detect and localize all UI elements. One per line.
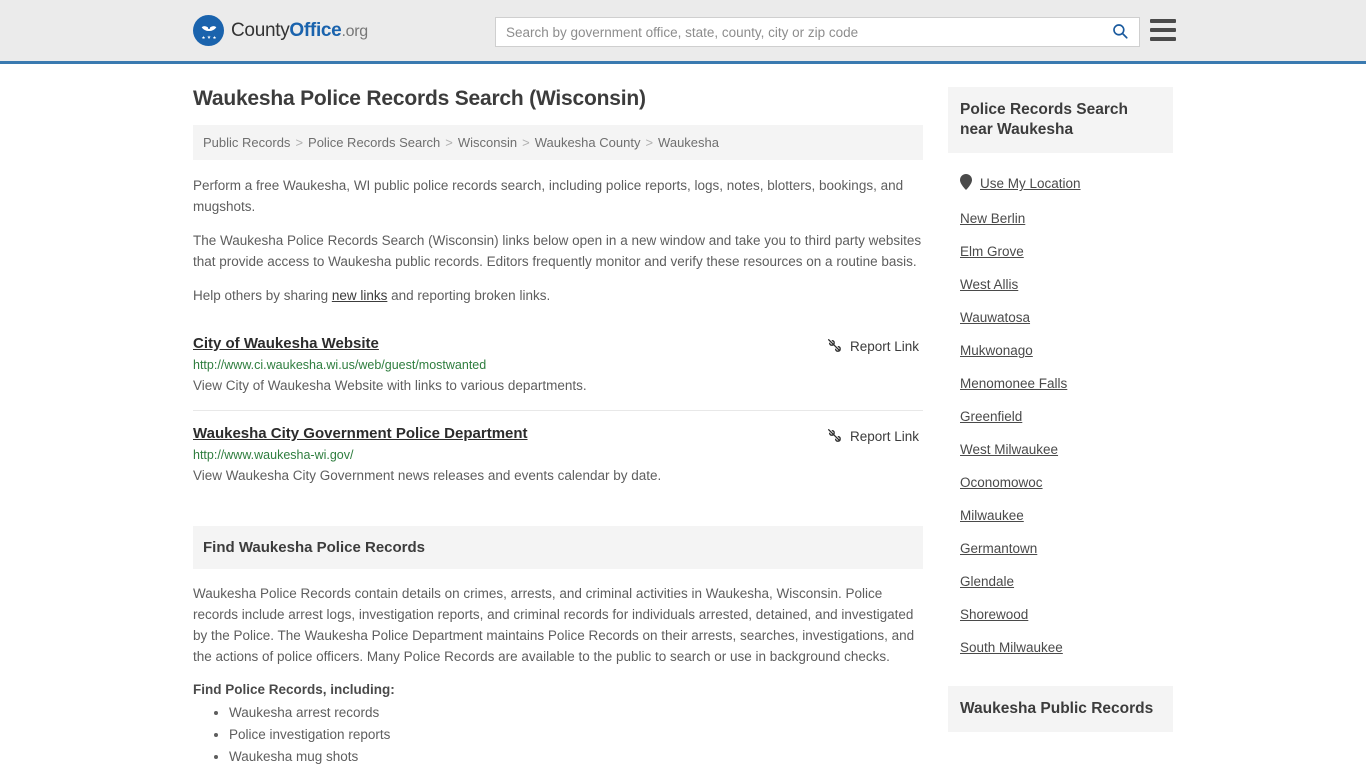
breadcrumb-separator: > — [445, 135, 453, 150]
map-pin-icon — [960, 174, 972, 193]
sidebar-link[interactable]: Milwaukee — [960, 508, 1024, 523]
help-paragraph: Help others by sharing new links and rep… — [193, 286, 923, 307]
list-item: Waukesha mug shots — [229, 747, 923, 767]
breadcrumb: Public Records > Police Records Search > Wis… — [193, 125, 923, 160]
resource-title-link[interactable]: Waukesha City Government Police Departme… — [193, 425, 528, 442]
search-bar[interactable] — [495, 17, 1140, 47]
search-icon — [1111, 22, 1129, 43]
sidebar-item-west-allis[interactable]: West Allis — [960, 268, 1161, 301]
list-item: Police investigation reports — [229, 725, 923, 745]
sidebar-item-use-my-location[interactable]: Use My Location — [960, 165, 1161, 202]
logo-text-county: County — [231, 19, 290, 41]
resource-link-list: City of Waukesha Website http://www.ci.w… — [193, 325, 923, 501]
report-link-button[interactable]: Report Link — [826, 427, 919, 446]
hamburger-bar — [1150, 19, 1176, 23]
sidebar-link[interactable]: Mukwonago — [960, 343, 1033, 358]
intro-paragraph-2: The Waukesha Police Records Search (Wisc… — [193, 232, 922, 269]
broken-link-icon — [826, 337, 842, 356]
main-column: Waukesha Police Records Search (Wisconsi… — [193, 87, 923, 768]
sidebar-link[interactable]: Wauwatosa — [960, 310, 1030, 325]
sidebar-item-milwaukee[interactable]: Milwaukee — [960, 499, 1161, 532]
intro-paragraph-1: Perform a free Waukesha, WI public polic… — [193, 178, 904, 214]
site-header: CountyOffice.org — [0, 0, 1366, 64]
breadcrumb-item-public-records[interactable]: Public Records — [203, 135, 290, 150]
sidebar-item-wauwatosa[interactable]: Wauwatosa — [960, 301, 1161, 334]
sidebar-link[interactable]: West Allis — [960, 277, 1018, 292]
new-links-link[interactable]: new links — [332, 288, 388, 303]
find-records-subheading: Find Police Records, including: — [193, 681, 395, 697]
site-logo[interactable]: CountyOffice.org — [193, 15, 368, 46]
logo-text-office: Office — [289, 19, 342, 41]
sidebar-link[interactable]: New Berlin — [960, 211, 1025, 226]
find-records-paragraph: Waukesha Police Records contain details … — [193, 586, 915, 664]
sidebar-link[interactable]: Oconomowoc — [960, 475, 1043, 490]
resource-title-link[interactable]: City of Waukesha Website — [193, 335, 379, 352]
find-records-bullet-list: Waukesha arrest records Police investiga… — [229, 703, 923, 767]
breadcrumb-item-police-records-search[interactable]: Police Records Search — [308, 135, 440, 150]
list-item: Waukesha arrest records — [229, 703, 923, 723]
logo-text-org: .org — [341, 22, 368, 40]
breadcrumb-separator: > — [522, 135, 530, 150]
resource-url: http://www.ci.waukesha.wi.us/web/guest/m… — [193, 357, 487, 372]
breadcrumb-item-waukesha[interactable]: Waukesha — [658, 135, 719, 150]
sidebar-item-germantown[interactable]: Germantown — [960, 532, 1161, 565]
sidebar-heading: Police Records Search near Waukesha — [948, 87, 1173, 154]
resource-description: View Waukesha City Government news relea… — [193, 467, 662, 483]
resource-url: http://www.waukesha-wi.gov/ — [193, 447, 354, 462]
breadcrumb-separator: > — [645, 135, 654, 150]
list-item: City of Waukesha Website http://www.ci.w… — [193, 325, 923, 410]
sidebar-item-menomonee-falls[interactable]: Menomonee Falls — [960, 367, 1161, 400]
breadcrumb-item-wisconsin[interactable]: Wisconsin — [458, 135, 517, 150]
logo-text: CountyOffice.org — [231, 20, 368, 42]
sidebar: Police Records Search near Waukesha Use … — [948, 87, 1173, 768]
sidebar-item-south-milwaukee[interactable]: South Milwaukee — [960, 631, 1161, 664]
sidebar-item-new-berlin[interactable]: New Berlin — [960, 202, 1161, 235]
sidebar-item-oconomowoc[interactable]: Oconomowoc — [960, 466, 1161, 499]
eagle-badge-icon — [193, 15, 224, 46]
sidebar-item-elm-grove[interactable]: Elm Grove — [960, 235, 1161, 268]
sidebar-link[interactable]: Shorewood — [960, 607, 1028, 622]
sidebar-item-greenfield[interactable]: Greenfield — [960, 400, 1161, 433]
use-my-location-link[interactable]: Use My Location — [980, 176, 1081, 191]
resource-description: View City of Waukesha Website with links… — [193, 377, 587, 393]
sidebar-link[interactable]: Glendale — [960, 574, 1014, 589]
page-title: Waukesha Police Records Search (Wisconsi… — [193, 87, 646, 110]
report-link-label: Report Link — [849, 338, 919, 354]
sidebar-link[interactable]: Greenfield — [960, 409, 1022, 424]
hamburger-bar — [1150, 37, 1176, 41]
sidebar-link[interactable]: Elm Grove — [960, 244, 1024, 259]
list-item: Waukesha City Government Police Departme… — [193, 409, 923, 500]
find-records-heading: Find Waukesha Police Records — [193, 526, 923, 570]
sidebar-link[interactable]: South Milwaukee — [960, 640, 1063, 655]
report-link-button[interactable]: Report Link — [826, 337, 919, 356]
page-body: Waukesha Police Records Search (Wisconsi… — [0, 64, 1366, 768]
sidebar-public-records-heading: Waukesha Public Records — [948, 686, 1173, 733]
search-input[interactable] — [496, 24, 1101, 40]
hamburger-bar — [1150, 28, 1176, 32]
report-link-label: Report Link — [849, 428, 919, 444]
breadcrumb-item-waukesha-county[interactable]: Waukesha County — [535, 135, 641, 150]
sidebar-item-mukwonago[interactable]: Mukwonago — [960, 334, 1161, 367]
content-container: Waukesha Police Records Search (Wisconsi… — [193, 64, 1173, 768]
sidebar-item-west-milwaukee[interactable]: West Milwaukee — [960, 433, 1161, 466]
hamburger-menu-icon[interactable] — [1150, 19, 1176, 41]
sidebar-nearby-list: Use My Location New Berlin Elm Grove Wes… — [948, 153, 1173, 664]
sidebar-link[interactable]: Menomonee Falls — [960, 376, 1067, 391]
broken-link-icon — [826, 427, 842, 446]
help-text-before: Help others by sharing — [193, 287, 332, 303]
help-text-after: and reporting broken links. — [387, 287, 551, 303]
sidebar-link[interactable]: West Milwaukee — [960, 442, 1058, 457]
breadcrumb-separator: > — [295, 135, 304, 150]
search-button[interactable] — [1101, 18, 1139, 46]
sidebar-item-shorewood[interactable]: Shorewood — [960, 598, 1161, 631]
sidebar-item-glendale[interactable]: Glendale — [960, 565, 1161, 598]
sidebar-link[interactable]: Germantown — [960, 541, 1037, 556]
